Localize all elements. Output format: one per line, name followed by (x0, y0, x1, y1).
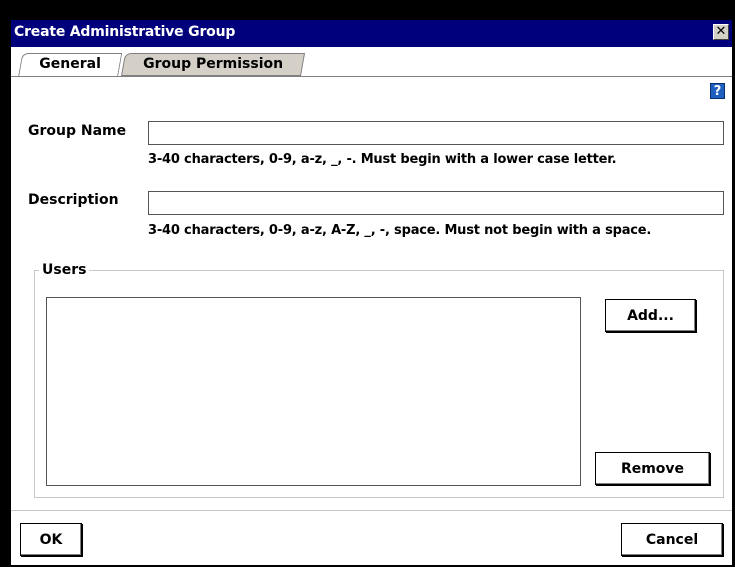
close-icon: ✕ (715, 24, 727, 39)
group-name-input[interactable] (148, 121, 724, 145)
group-name-label: Group Name (28, 123, 127, 139)
description-input[interactable] (148, 191, 724, 215)
tab-general[interactable]: General (18, 53, 123, 77)
cancel-button[interactable]: Cancel (621, 523, 723, 556)
tab-group-permission-label: Group Permission (143, 56, 284, 72)
remove-user-button[interactable]: Remove (595, 452, 710, 485)
footer-divider-highlight (11, 511, 732, 512)
add-user-button[interactable]: Add... (605, 299, 696, 332)
tab-divider (11, 76, 732, 77)
group-name-hint: 3-40 characters, 0-9, a-z, _, -. Must be… (148, 152, 617, 167)
description-hint: 3-40 characters, 0-9, a-z, A-Z, _, -, sp… (148, 223, 652, 238)
tab-general-label: General (39, 56, 102, 72)
close-button[interactable]: ✕ (713, 24, 729, 40)
description-label: Description (28, 192, 119, 208)
users-legend: Users (39, 262, 90, 278)
ok-button[interactable]: OK (20, 523, 82, 556)
tab-bar: General Group Permission (11, 47, 732, 77)
dialog-title: Create Administrative Group (14, 24, 236, 40)
tab-group-permission[interactable]: Group Permission (121, 53, 306, 76)
users-list[interactable] (46, 297, 581, 486)
dialog-window: Create Administrative Group ✕ General Gr… (9, 18, 734, 567)
title-bar[interactable]: Create Administrative Group ✕ (11, 20, 732, 47)
help-icon[interactable]: ? (710, 83, 725, 99)
